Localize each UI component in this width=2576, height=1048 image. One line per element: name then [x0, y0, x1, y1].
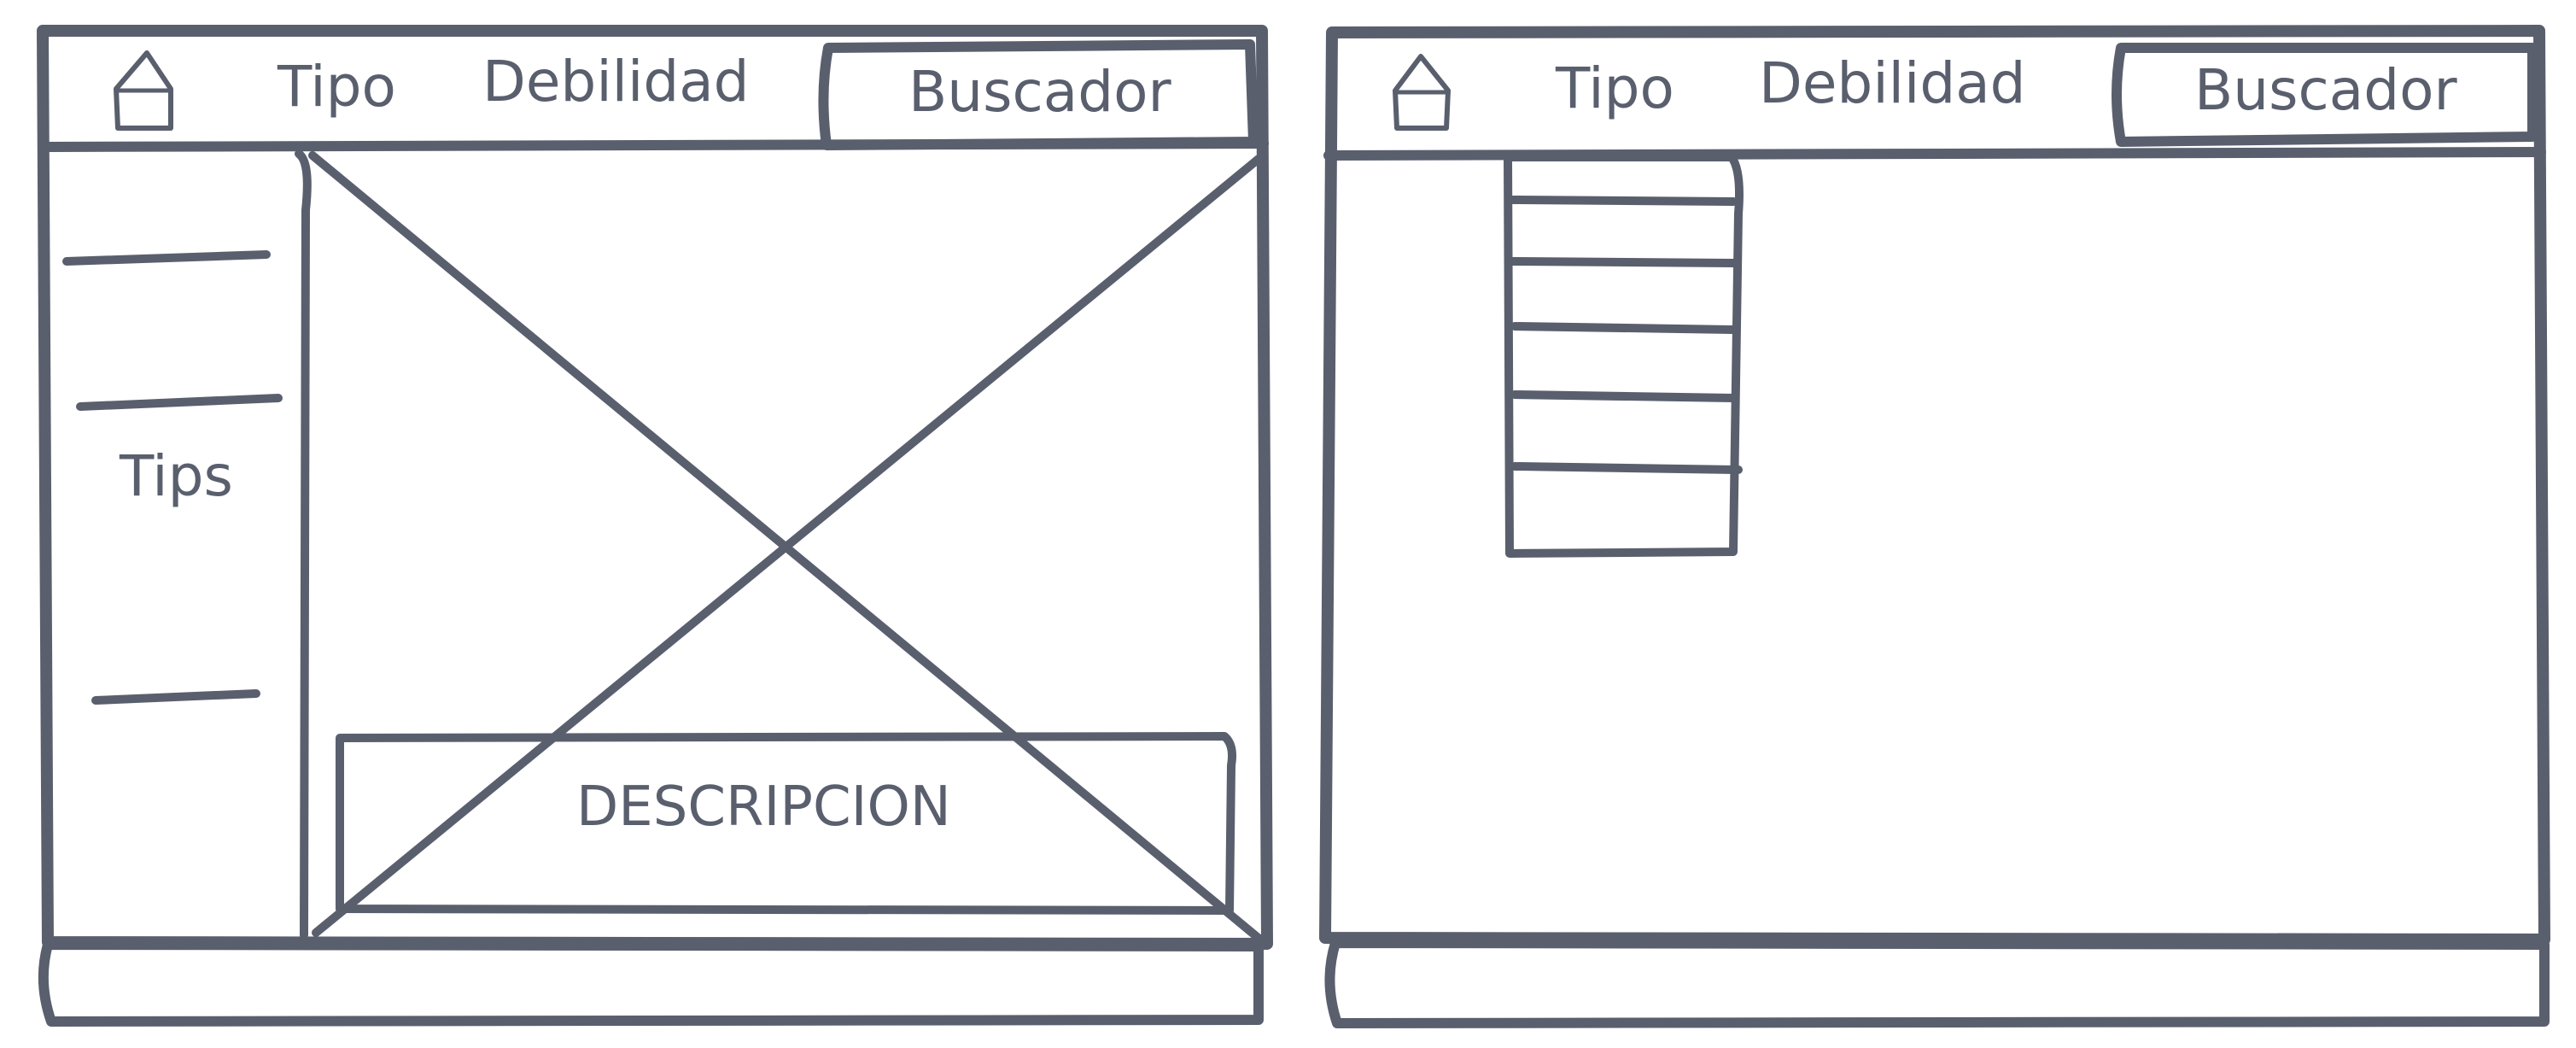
wireframe-left: Tipo Debilidad Buscador Tips DESCRIPCION: [37, 25, 1273, 1027]
wireframe-canvas: Tipo Debilidad Buscador Tips DESCRIPCION: [37, 25, 2550, 1028]
nav-tipo[interactable]: Tipo: [277, 54, 396, 120]
search-box[interactable]: Buscador: [818, 39, 1259, 150]
nav-debilidad[interactable]: Debilidad: [482, 49, 750, 114]
wireframe-right: Tipo Debilidad Buscador: [1319, 25, 2550, 1028]
sidebar-tips: Tips: [119, 443, 233, 509]
footer-bar: [38, 940, 1264, 1027]
description-box: DESCRIPCION: [336, 732, 1236, 915]
footer-bar: [1324, 938, 2550, 1028]
home-icon[interactable]: [1393, 54, 1451, 131]
sidebar-line: [76, 394, 283, 411]
home-icon[interactable]: [114, 50, 173, 131]
search-box[interactable]: Buscador: [2112, 43, 2538, 147]
dropdown-list[interactable]: [1504, 153, 1744, 558]
dropdown-item-line[interactable]: [1510, 390, 1738, 402]
sidebar-divider: [295, 149, 312, 940]
dropdown-item-line[interactable]: [1510, 462, 1743, 474]
sidebar-line: [62, 250, 271, 266]
nav-tipo[interactable]: Tipo: [1555, 56, 1674, 121]
description-label: DESCRIPCION: [576, 776, 951, 839]
dropdown-item-line[interactable]: [1510, 322, 1738, 334]
dropdown-item-line[interactable]: [1509, 257, 1738, 267]
search-label: Buscador: [908, 59, 1172, 125]
nav-debilidad[interactable]: Debilidad: [1759, 50, 2026, 116]
search-label: Buscador: [2194, 57, 2458, 123]
sidebar-line: [91, 689, 260, 705]
dropdown-item-line[interactable]: [1509, 196, 1738, 206]
